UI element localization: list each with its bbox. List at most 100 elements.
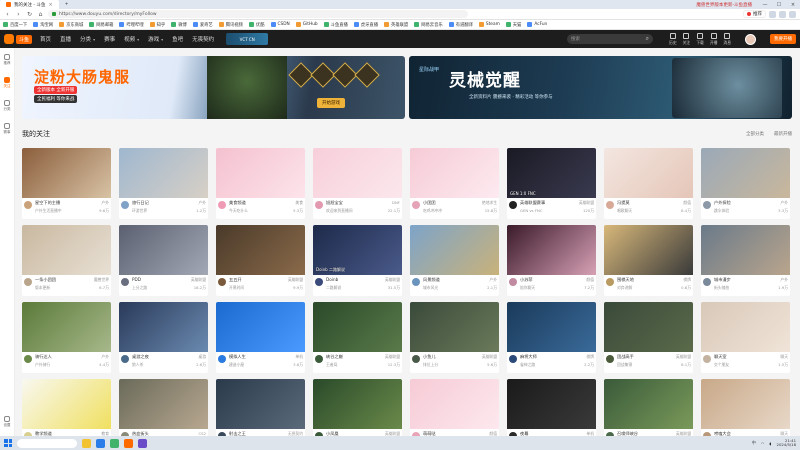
stream-card[interactable]: 团战高手 英雄联盟 团战集锦 8.1万 bbox=[604, 302, 693, 373]
wifi-icon[interactable]: ◠ bbox=[761, 441, 765, 446]
streamer-avatar[interactable] bbox=[315, 201, 323, 209]
streamer-name[interactable]: Doinb bbox=[326, 277, 338, 283]
stream-card[interactable]: 萌萌哒颜值唱跳rap9.2万 bbox=[410, 379, 499, 436]
nav-item[interactable]: 无畏契约 bbox=[192, 35, 214, 43]
stream-card[interactable]: 教学频道教育知识分享0.6万 bbox=[22, 379, 111, 436]
stream-thumbnail[interactable] bbox=[119, 225, 208, 275]
stream-card[interactable]: 召唤师峡谷英雄联盟一起开黑7.7万 bbox=[604, 379, 693, 436]
streamer-name[interactable]: 小苏菲 bbox=[520, 277, 533, 283]
bookmark-item[interactable]: 英雄联盟 bbox=[384, 22, 408, 28]
bookmark-item[interactable]: 哔哩哔哩 bbox=[119, 22, 144, 28]
stream-thumbnail[interactable] bbox=[22, 225, 111, 275]
stream-thumbnail[interactable] bbox=[701, 302, 790, 352]
streamer-name[interactable]: 美食频道 bbox=[229, 200, 246, 206]
sidebar-item[interactable]: 赛事 bbox=[4, 123, 11, 135]
minimize-icon[interactable]: — bbox=[758, 0, 772, 9]
sidebar-item[interactable]: 分类 bbox=[4, 100, 11, 112]
stream-card[interactable]: 桌游之夜 桌游 狼人杀 2.6万 bbox=[119, 302, 208, 373]
stream-thumbnail[interactable] bbox=[216, 225, 305, 275]
sidebar-item[interactable]: 推荐 bbox=[4, 54, 11, 66]
stream-thumbnail[interactable] bbox=[604, 302, 693, 352]
streamer-name[interactable]: 小鱼儿 bbox=[423, 354, 436, 360]
maximize-icon[interactable]: ☐ bbox=[772, 0, 786, 9]
open-live-button[interactable]: 我要开播 bbox=[770, 34, 796, 44]
streamer-name[interactable]: 峡谷之巅 bbox=[326, 354, 343, 360]
search-input[interactable]: 搜索 ⌕ bbox=[567, 34, 654, 44]
streamer-avatar[interactable] bbox=[509, 201, 517, 209]
streamer-avatar[interactable] bbox=[24, 201, 32, 209]
stream-card[interactable]: 骑行达人 户外 户外骑行 4.4万 bbox=[22, 302, 111, 373]
stream-thumbnail[interactable] bbox=[410, 379, 499, 429]
banner-left[interactable]: 淀粉大肠鬼服 全新版本 全新开服 全民福利 等你来战 开始游戏 bbox=[22, 56, 405, 119]
streamer-avatar[interactable] bbox=[121, 278, 129, 286]
stream-thumbnail[interactable] bbox=[701, 379, 790, 429]
stream-card[interactable]: 夜幕单机恐怖游戏1.4万 bbox=[507, 379, 596, 436]
stream-card[interactable]: 冯提莫 颜值 唱歌聊天 8.4万 bbox=[604, 148, 693, 219]
stream-thumbnail[interactable] bbox=[410, 225, 499, 275]
bookmark-item[interactable]: 腾讯视频 bbox=[218, 22, 243, 28]
bookmark-item[interactable]: 优酷 bbox=[248, 22, 265, 28]
wechat-icon[interactable] bbox=[110, 438, 119, 448]
stream-card[interactable]: 一条小团团 魔兽世界 版本更新 6.7万 bbox=[22, 225, 111, 296]
category-filter-dropdown[interactable]: 全部分类 bbox=[746, 131, 764, 137]
streamer-name[interactable]: 英雄联盟赛事 bbox=[520, 200, 545, 206]
streamer-name[interactable]: 冯提莫 bbox=[617, 200, 630, 206]
stream-thumbnail[interactable] bbox=[22, 302, 111, 352]
stream-thumbnail[interactable] bbox=[119, 302, 208, 352]
bookmark-item[interactable]: 网易云音乐 bbox=[414, 22, 443, 28]
streamer-avatar[interactable] bbox=[315, 355, 323, 363]
stream-card[interactable]: 美食频道 美食 今天吃什么 5.3万 bbox=[216, 148, 305, 219]
header-icon-button[interactable]: 开播 bbox=[710, 32, 717, 46]
streamer-avatar[interactable] bbox=[509, 355, 517, 363]
stream-card[interactable]: 峡谷之巅 英雄联盟 王者局 12.3万 bbox=[313, 302, 402, 373]
volume-icon[interactable]: ◖ bbox=[769, 441, 771, 446]
nav-item[interactable]: 首页 bbox=[40, 35, 51, 43]
stream-thumbnail[interactable] bbox=[604, 148, 693, 198]
home-icon[interactable]: ⌂ bbox=[37, 11, 44, 18]
streamer-avatar[interactable] bbox=[121, 355, 129, 363]
stream-thumbnail[interactable] bbox=[604, 379, 693, 429]
streamer-name[interactable]: 旭旭宝宝 bbox=[326, 200, 343, 206]
stream-card[interactable]: 唠嗑大会聊天深夜电台2.8万 bbox=[701, 379, 790, 436]
stream-thumbnail[interactable] bbox=[604, 225, 693, 275]
stream-card[interactable]: 五五开 英雄联盟 开黑时间 9.9万 bbox=[216, 225, 305, 296]
streamer-avatar[interactable] bbox=[412, 201, 420, 209]
streamer-name[interactable]: 麻将大师 bbox=[520, 354, 537, 360]
stream-thumbnail[interactable] bbox=[507, 302, 596, 352]
streamer-name[interactable]: 骑行达人 bbox=[35, 354, 52, 360]
back-icon[interactable]: ‹ bbox=[4, 11, 11, 18]
browser-tab-active[interactable]: 我的关注 - 斗鱼 × bbox=[0, 0, 59, 9]
download-icon[interactable] bbox=[779, 10, 786, 18]
stream-card[interactable]: 小苏菲 颜值 陪你聊天 7.2万 bbox=[507, 225, 596, 296]
stream-card[interactable]: 旭旭宝宝 DNF 欢迎来到直播间 22.1万 bbox=[313, 148, 402, 219]
bookmark-item[interactable]: 网易邮箱 bbox=[89, 22, 113, 28]
bookmark-item[interactable]: 微博 bbox=[171, 22, 187, 28]
streamer-name[interactable]: 风景频道 bbox=[423, 277, 440, 283]
streamer-avatar[interactable] bbox=[24, 355, 32, 363]
streamer-name[interactable]: 星空下的主播 bbox=[35, 200, 60, 206]
bookmark-item[interactable]: 有道翻译 bbox=[448, 22, 473, 28]
refresh-icon[interactable]: ↻ bbox=[26, 11, 33, 18]
banner-right[interactable]: 星际战甲 灵械觉醒 全新资料片 震撼来袭 · 精彩活动 等你参与 bbox=[409, 56, 792, 119]
streamer-name[interactable]: 围棋天地 bbox=[617, 277, 634, 283]
stream-card[interactable]: 户外探险 户外 跳伞体验 3.3万 bbox=[701, 148, 790, 219]
streamer-name[interactable]: 聊天室 bbox=[714, 354, 727, 360]
ime-indicator[interactable]: 中 bbox=[752, 440, 756, 446]
stream-thumbnail[interactable] bbox=[216, 302, 305, 352]
streamer-name[interactable]: 模拟人生 bbox=[229, 354, 246, 360]
close-window-icon[interactable]: × bbox=[786, 0, 800, 9]
search-icon[interactable]: ⌕ bbox=[646, 35, 649, 43]
stream-card[interactable]: 热血街头CS2竞技模式4.9万 bbox=[119, 379, 208, 436]
streamer-avatar[interactable] bbox=[509, 278, 517, 286]
stream-thumbnail[interactable] bbox=[507, 379, 596, 429]
stream-thumbnail[interactable] bbox=[313, 379, 402, 429]
edge-browser-icon[interactable] bbox=[96, 438, 105, 448]
stream-thumbnail[interactable] bbox=[119, 148, 208, 198]
bookmark-item[interactable]: GitHub bbox=[295, 22, 318, 27]
stream-card[interactable]: Doinb 二路解说 Doinb 英雄联盟 二路解说 31.5万 bbox=[313, 225, 402, 296]
stream-card[interactable]: PDD 英雄联盟 上分之路 18.2万 bbox=[119, 225, 208, 296]
streamer-avatar[interactable] bbox=[218, 278, 226, 286]
user-avatar[interactable] bbox=[745, 33, 756, 45]
taskbar-search[interactable] bbox=[17, 438, 77, 448]
streamer-name[interactable]: 一条小团团 bbox=[35, 277, 56, 283]
